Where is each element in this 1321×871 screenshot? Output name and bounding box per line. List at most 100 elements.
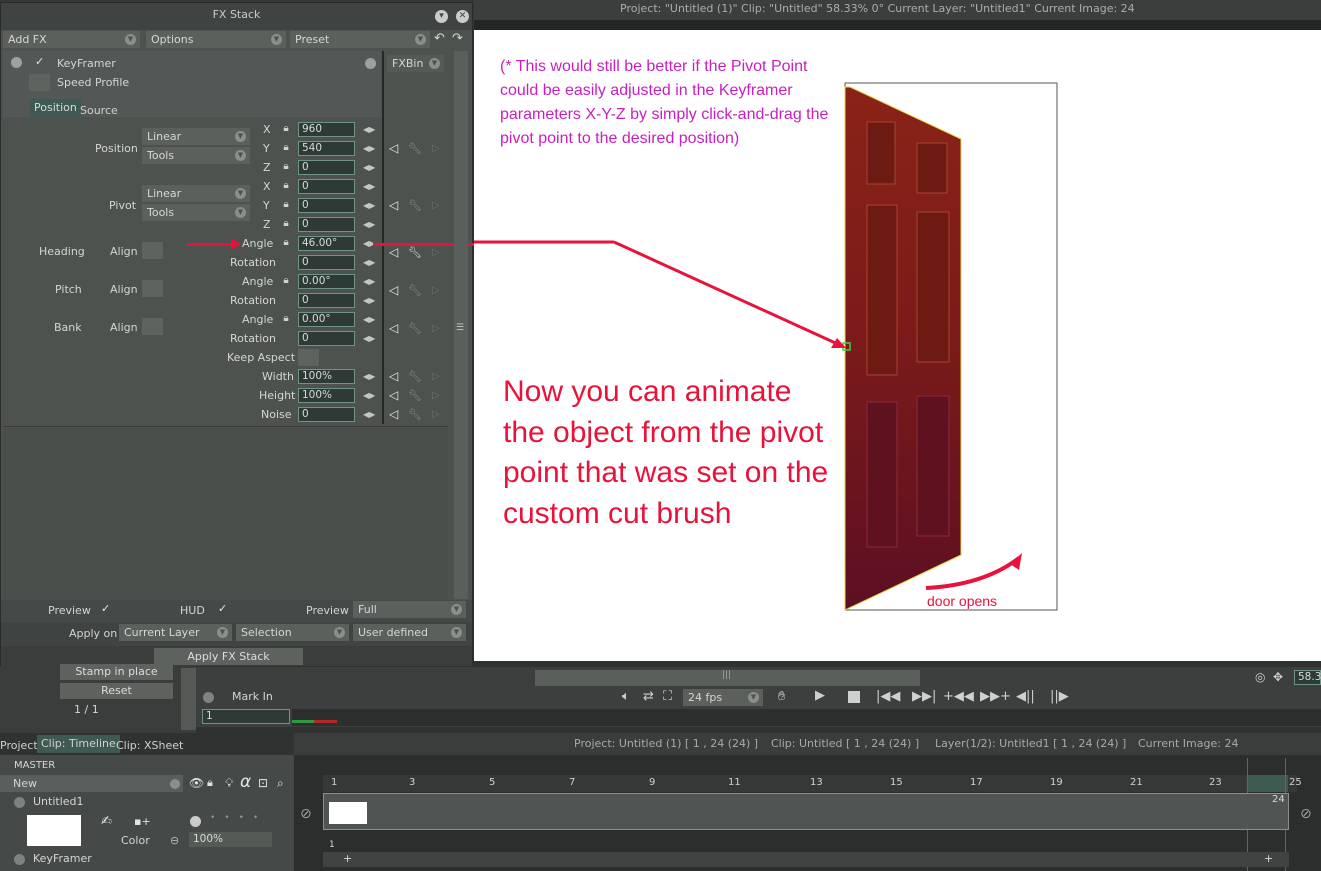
pivot-x-field[interactable]: 0	[298, 179, 355, 194]
keyframe-icon[interactable]: ◁	[389, 321, 398, 335]
eye-icon[interactable]: 👁︎	[189, 776, 204, 790]
wrench-icon[interactable]: 🔧︎	[408, 408, 422, 421]
add-keyframe-icon[interactable]: +	[343, 852, 352, 865]
first-frame-icon[interactable]: |◀◀	[876, 689, 900, 704]
loop-icon[interactable]: ⇄	[643, 689, 654, 704]
hand-icon[interactable]: ✋︎	[778, 689, 785, 704]
slider-arrows-icon[interactable]: ◀▶	[363, 315, 375, 324]
bank-rotation-field[interactable]: 0	[298, 331, 355, 346]
lock-icon[interactable]: 🔒︎	[281, 199, 291, 211]
width-field[interactable]: 100%	[298, 369, 355, 384]
mini-timeline[interactable]	[292, 709, 1321, 726]
mark-in-field[interactable]: 1	[202, 709, 290, 724]
position-tools-dropdown[interactable]: Tools ▼	[142, 147, 250, 164]
alpha-icon[interactable]: α	[240, 772, 251, 792]
lock-icon[interactable]: 🔒︎	[281, 218, 291, 230]
keyframe-icon[interactable]: ◁	[389, 388, 398, 402]
no-entry-icon[interactable]: ⊘	[300, 806, 312, 822]
wrench-icon[interactable]: 🔧︎	[408, 246, 422, 259]
next-frame-icon[interactable]: ||▶	[1050, 689, 1069, 704]
fx-layer-collapse-icon[interactable]	[14, 854, 25, 865]
tab-position[interactable]: Position	[30, 99, 81, 117]
fx-menu-icon[interactable]	[365, 58, 376, 69]
add-frame-after-icon[interactable]: ▶▶+	[980, 689, 1011, 704]
keep-aspect-checkbox[interactable]	[298, 349, 319, 366]
fps-dropdown[interactable]: 24 fps ▼	[683, 689, 763, 706]
current-layer-dropdown[interactable]: Current Layer ▼	[119, 624, 232, 641]
add-mask-icon[interactable]: ▪+	[134, 815, 151, 828]
keyframe-icon[interactable]: ◁	[389, 198, 398, 212]
center-view-icon[interactable]: ✥	[1273, 670, 1283, 684]
opacity-field[interactable]: 100%	[189, 832, 272, 847]
slider-arrows-icon[interactable]: ◀▶	[363, 220, 375, 229]
keyframe-icon[interactable]: ◁	[389, 245, 398, 259]
scroll-grip-icon[interactable]: ☰	[456, 323, 464, 333]
side-scrollbar[interactable]	[181, 668, 196, 730]
layer-collapse-icon[interactable]	[14, 797, 25, 808]
slider-arrows-icon[interactable]: ◀▶	[363, 391, 375, 400]
hud-check-icon[interactable]: ✓	[218, 602, 227, 615]
zoom-field[interactable]: 58.33	[1294, 670, 1321, 685]
lock-icon[interactable]: 🔒︎	[281, 142, 291, 154]
preview-check-icon[interactable]: ✓	[101, 602, 110, 615]
light-bulb-icon[interactable]: 💡︎	[225, 776, 233, 791]
lock-icon[interactable]: 🔒︎	[281, 123, 291, 135]
layer-clip-bar[interactable]	[323, 793, 1289, 830]
pivot-y-field[interactable]: 0	[298, 198, 355, 213]
lock-icon[interactable]: 🔒︎	[281, 275, 291, 287]
tab-clip-timeline[interactable]: Clip: Timeline	[37, 735, 120, 753]
no-entry-icon[interactable]: ⊘	[1300, 806, 1312, 822]
prev-frame-icon[interactable]: ◀||	[1016, 689, 1035, 704]
tab-clip-xsheet[interactable]: Clip: XSheet	[112, 737, 187, 755]
position-y-field[interactable]: 540	[298, 141, 355, 156]
user-defined-dropdown[interactable]: User defined ▼	[353, 624, 466, 641]
fullscreen-icon[interactable]: ⛶	[663, 689, 672, 704]
keyframe-icon[interactable]: ◁	[389, 141, 398, 155]
heading-align-checkbox[interactable]	[142, 242, 163, 259]
stamp-in-place-button[interactable]: Stamp in place	[60, 664, 173, 680]
close-icon[interactable]: ✕	[456, 10, 469, 23]
lock-icon[interactable]: 🔒︎	[281, 161, 291, 173]
mark-in-toggle-icon[interactable]	[203, 692, 214, 703]
slider-arrows-icon[interactable]: ◀▶	[363, 372, 375, 381]
slider-arrows-icon[interactable]: ◀▶	[363, 296, 375, 305]
pivot-z-field[interactable]: 0	[298, 217, 355, 232]
keyframe-icon[interactable]: ◁	[389, 407, 398, 421]
slider-arrows-icon[interactable]: ◀▶	[363, 277, 375, 286]
lock-icon[interactable]: 🔒︎	[281, 313, 291, 325]
noise-field[interactable]: 0	[298, 407, 355, 422]
reset-button[interactable]: Reset	[60, 683, 173, 699]
next-keyframe-icon[interactable]: ▷	[432, 371, 440, 382]
bank-angle-field[interactable]: 0.00°	[298, 312, 355, 327]
volume-icon[interactable]: 🔈︎	[622, 689, 630, 704]
apply-fx-stack-button[interactable]: Apply FX Stack	[154, 648, 303, 665]
wrench-icon[interactable]: 🔧︎	[408, 284, 422, 297]
position-interp-dropdown[interactable]: Linear ▼	[142, 128, 250, 145]
next-keyframe-icon[interactable]: ▷	[432, 285, 440, 296]
wrench-icon[interactable]: 🔧︎	[408, 199, 422, 212]
scroll-grip-icon[interactable]: |||	[722, 670, 731, 680]
pivot-tools-dropdown[interactable]: Tools ▼	[142, 204, 250, 221]
bank-align-checkbox[interactable]	[142, 318, 163, 335]
wrench-icon[interactable]: 🔧︎	[408, 142, 422, 155]
slider-arrows-icon[interactable]: ◀▶	[363, 201, 375, 210]
pitch-align-checkbox[interactable]	[142, 280, 163, 297]
next-keyframe-icon[interactable]: ▷	[432, 200, 440, 211]
position-x-field[interactable]: 960	[298, 122, 355, 137]
position-z-field[interactable]: 0	[298, 160, 355, 175]
slider-arrows-icon[interactable]: ◀▶	[363, 182, 375, 191]
undo-icon[interactable]: ↶	[434, 31, 445, 46]
preset-dropdown[interactable]: Preset ▼	[290, 31, 430, 48]
check-icon[interactable]: ✓	[35, 55, 44, 68]
tab-source[interactable]: Source	[76, 102, 122, 120]
layer-thumbnail[interactable]	[27, 815, 81, 846]
next-keyframe-icon[interactable]: ▷	[432, 390, 440, 401]
collapse-icon[interactable]: ▾	[435, 10, 448, 23]
options-dropdown[interactable]: Options ▼	[146, 31, 286, 48]
fxbin-dropdown[interactable]: FXBin ▼	[387, 55, 444, 72]
next-keyframe-icon[interactable]: ▷	[432, 143, 440, 154]
height-field[interactable]: 100%	[298, 388, 355, 403]
pitch-rotation-field[interactable]: 0	[298, 293, 355, 308]
wrench-icon[interactable]: 🔧︎	[408, 389, 422, 402]
next-keyframe-icon[interactable]: ▷	[432, 323, 440, 334]
